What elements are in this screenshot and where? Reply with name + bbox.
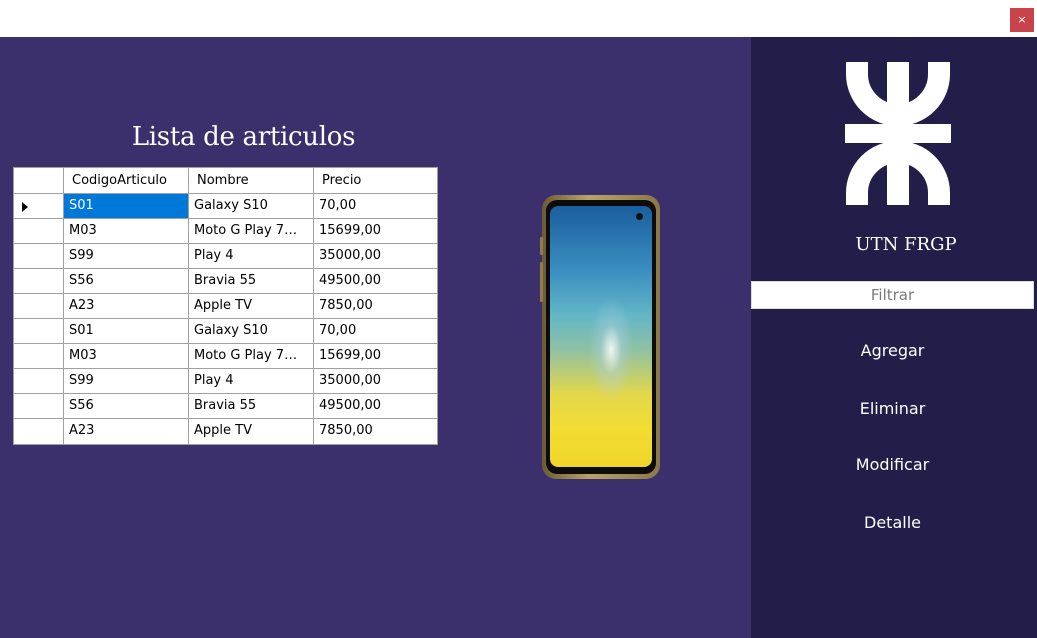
cell-nombre[interactable]: Moto G Play 7m... (189, 344, 314, 368)
row-header[interactable] (14, 244, 64, 268)
page-title: Lista de articulos (131, 122, 356, 152)
cell-precio[interactable]: 70,00 (314, 194, 437, 218)
cell-nombre[interactable]: Play 4 (189, 369, 314, 393)
cell-nombre[interactable]: Bravia 55 (189, 269, 314, 293)
phone-display (550, 206, 652, 467)
cell-nombre[interactable]: Apple TV (189, 419, 314, 444)
column-header-nombre[interactable]: Nombre (189, 168, 314, 193)
phone-side-button (540, 237, 543, 255)
row-header[interactable] (14, 269, 64, 293)
column-header-precio[interactable]: Precio (314, 168, 437, 193)
phone-side-button (540, 262, 543, 302)
cell-precio[interactable]: 70,00 (314, 319, 437, 343)
cell-precio[interactable]: 35000,00 (314, 369, 437, 393)
filter-input[interactable] (751, 281, 1034, 309)
cell-nombre[interactable]: Bravia 55 (189, 394, 314, 418)
cell-codigo[interactable]: S99 (64, 244, 189, 268)
row-header[interactable] (14, 319, 64, 343)
cell-nombre[interactable]: Galaxy S10 (189, 319, 314, 343)
window-titlebar: × (0, 0, 1037, 37)
camera-icon (636, 213, 643, 220)
add-button[interactable]: Agregar (751, 339, 1034, 363)
cell-codigo[interactable]: S01 (64, 194, 189, 218)
cell-precio[interactable]: 15699,00 (314, 344, 437, 368)
brand-label: UTN FRGP (855, 234, 957, 255)
cell-codigo[interactable]: S56 (64, 269, 189, 293)
cell-nombre[interactable]: Apple TV (189, 294, 314, 318)
cell-precio[interactable]: 35000,00 (314, 244, 437, 268)
cell-codigo[interactable]: A23 (64, 419, 189, 444)
row-header[interactable] (14, 344, 64, 368)
utn-logo-icon (845, 62, 951, 205)
cell-codigo[interactable]: S01 (64, 319, 189, 343)
cell-nombre[interactable]: Galaxy S10 (189, 194, 314, 218)
cell-precio[interactable]: 7850,00 (314, 419, 437, 444)
table-row[interactable]: S56 Bravia 55 49500,00 (14, 394, 437, 419)
table-row[interactable]: M03 Moto G Play 7m... 15699,00 (14, 219, 437, 244)
cell-precio[interactable]: 49500,00 (314, 269, 437, 293)
delete-button[interactable]: Eliminar (751, 397, 1034, 421)
cell-codigo[interactable]: A23 (64, 294, 189, 318)
current-row-arrow-icon (22, 202, 28, 212)
cell-nombre[interactable]: Play 4 (189, 244, 314, 268)
cell-codigo[interactable]: M03 (64, 344, 189, 368)
table-row[interactable]: S01 Galaxy S10 70,00 (14, 194, 437, 219)
cell-precio[interactable]: 49500,00 (314, 394, 437, 418)
row-header[interactable] (14, 394, 64, 418)
cell-precio[interactable]: 15699,00 (314, 219, 437, 243)
row-header[interactable] (14, 369, 64, 393)
table-row[interactable]: S99 Play 4 35000,00 (14, 369, 437, 394)
phone-screen (546, 200, 656, 474)
row-header[interactable] (14, 294, 64, 318)
cell-precio[interactable]: 7850,00 (314, 294, 437, 318)
close-button[interactable]: × (1010, 8, 1034, 32)
cell-nombre[interactable]: Moto G Play 7m... (189, 219, 314, 243)
table-row[interactable]: S56 Bravia 55 49500,00 (14, 269, 437, 294)
detail-button[interactable]: Detalle (751, 511, 1034, 535)
row-header[interactable] (14, 419, 64, 444)
modify-button[interactable]: Modificar (751, 453, 1034, 477)
table-row[interactable]: M03 Moto G Play 7m... 15699,00 (14, 344, 437, 369)
grid-body: S01 Galaxy S10 70,00 M03 Moto G Play 7m... 15… (14, 194, 437, 444)
cell-codigo[interactable]: M03 (64, 219, 189, 243)
cell-codigo[interactable]: S56 (64, 394, 189, 418)
table-row[interactable]: S01 Galaxy S10 70,00 (14, 319, 437, 344)
row-header-corner[interactable] (14, 168, 64, 193)
cell-codigo[interactable]: S99 (64, 369, 189, 393)
column-header-codigo[interactable]: CodigoArticulo (64, 168, 189, 193)
table-row[interactable]: S99 Play 4 35000,00 (14, 244, 437, 269)
articles-grid[interactable]: CodigoArticulo Nombre Precio S01 Galaxy S… (13, 167, 438, 445)
row-header[interactable] (14, 219, 64, 243)
table-row[interactable]: A23 Apple TV 7850,00 (14, 419, 437, 444)
table-row[interactable]: A23 Apple TV 7850,00 (14, 294, 437, 319)
grid-header-row: CodigoArticulo Nombre Precio (14, 168, 437, 194)
smartphone-image (542, 195, 660, 479)
row-header[interactable] (14, 194, 64, 218)
